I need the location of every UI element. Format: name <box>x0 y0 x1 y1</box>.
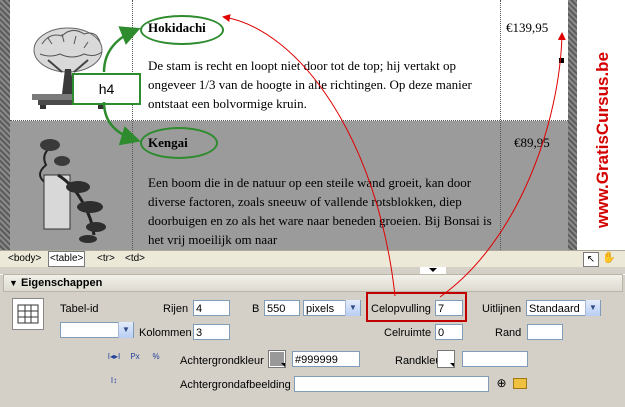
border-input[interactable] <box>527 324 563 340</box>
width-unit-select[interactable]: pixels ▼ <box>303 300 361 316</box>
tag-table[interactable]: <table> <box>48 251 86 267</box>
cell-divider <box>500 121 501 250</box>
table-id-select[interactable]: ▼ <box>60 322 134 338</box>
tag-body[interactable]: <body> <box>7 251 42 267</box>
bgcolor-label: Achtergrondkleur <box>180 355 264 367</box>
hand-tool-icon[interactable]: ✋ <box>602 252 616 265</box>
pointer-tool-icon[interactable]: ↖ <box>583 252 599 267</box>
properties-panel-header[interactable]: ▼ Eigenschappen <box>3 274 623 292</box>
cell-spacing-label: Celruimte <box>384 327 432 339</box>
heading-highlight-ellipse <box>140 127 218 159</box>
width-input[interactable]: 550 <box>264 300 300 316</box>
bgimage-label: Achtergrondafbeelding <box>180 379 291 391</box>
bonsai-image-kengai[interactable] <box>18 135 128 247</box>
product-price: €139,95 <box>506 20 549 35</box>
border-label: Rand <box>495 327 522 339</box>
align-select[interactable]: Standaard ▼ <box>526 300 601 316</box>
align-value: Standaard <box>529 303 580 315</box>
cell-divider <box>132 121 133 250</box>
design-view[interactable]: Hokidachi De stam is recht en loopt niet… <box>0 0 625 250</box>
rows-label: Rijen <box>163 303 189 315</box>
collapse-arrow-icon[interactable] <box>429 268 437 272</box>
point-to-file-icon[interactable]: ⊕ <box>494 376 509 391</box>
cell-spacing-input[interactable]: 0 <box>435 324 463 340</box>
cols-input[interactable]: 3 <box>193 324 230 340</box>
heading-highlight-ellipse <box>140 15 224 45</box>
bgcolor-input[interactable]: #999999 <box>292 351 360 367</box>
tag-tr[interactable]: <tr> <box>96 251 116 267</box>
table-row[interactable]: Kengai Een boom die in de natuur op een … <box>10 121 568 250</box>
width-unit-value: pixels <box>306 303 335 315</box>
bordercolor-swatch[interactable] <box>437 350 455 368</box>
chevron-down-icon[interactable]: ▼ <box>585 300 600 316</box>
convert-widths-to-pixels-icon[interactable]: Px <box>128 350 142 364</box>
product-price: €89,95 <box>514 135 550 150</box>
callout-label: h4 <box>98 81 115 97</box>
bgcolor-swatch[interactable] <box>268 350 286 368</box>
browse-folder-icon[interactable] <box>513 378 527 389</box>
tag-td[interactable]: <td> <box>124 251 146 267</box>
clear-row-heights-icon[interactable]: I◂▸I <box>107 350 121 364</box>
panel-expand-icon[interactable]: ▼ <box>9 275 18 291</box>
table-id-label: Tabel-id <box>60 303 99 315</box>
panel-title: Eigenschappen <box>21 277 103 289</box>
width-label: B <box>252 303 260 315</box>
site-watermark: www.GratisCursus.be <box>593 52 612 229</box>
chevron-down-icon[interactable]: ▼ <box>345 300 360 316</box>
chevron-down-icon[interactable]: ▼ <box>118 322 133 338</box>
cols-label: Kolommen <box>139 327 192 339</box>
table-resize-handle[interactable] <box>559 58 564 63</box>
watermark-text: www.GratisCursus.be <box>593 52 612 229</box>
cell-padding-input[interactable]: 7 <box>435 300 463 316</box>
product-description: Een boom die in de natuur op een steile … <box>148 175 492 247</box>
cell-divider <box>500 0 501 120</box>
page-margin-left <box>0 0 10 250</box>
clear-column-widths-icon[interactable]: I↕ <box>107 374 121 388</box>
product-description: De stam is recht en loopt niet door tot … <box>148 58 472 111</box>
bordercolor-input[interactable] <box>462 351 528 367</box>
rows-input[interactable]: 4 <box>193 300 230 316</box>
align-label: Uitlijnen <box>482 303 522 315</box>
bgimage-input[interactable] <box>294 376 489 392</box>
panel-splitter[interactable] <box>0 267 625 274</box>
table-icon <box>12 298 44 330</box>
page-margin-right <box>568 0 577 250</box>
heading-level-callout: h4 <box>72 73 141 105</box>
convert-widths-to-percent-icon[interactable]: % <box>149 350 163 364</box>
cell-padding-label: Celopvulling <box>371 303 431 315</box>
tag-selector-bar: <body> <table> <tr> <td> ↖ ✋ <box>0 250 625 268</box>
